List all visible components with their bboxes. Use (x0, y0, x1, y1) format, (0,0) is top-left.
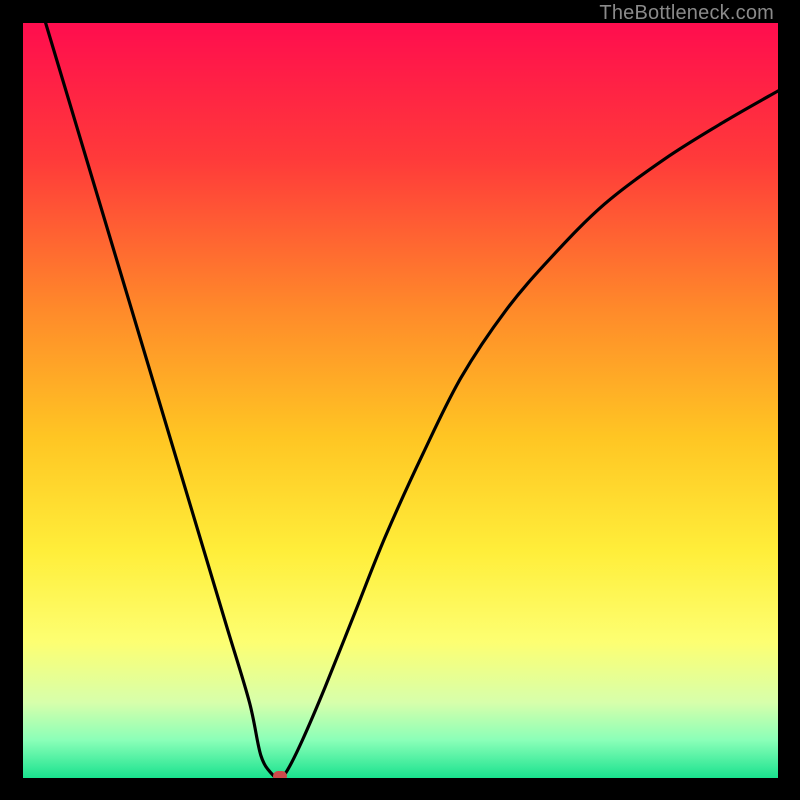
watermark-text: TheBottleneck.com (599, 2, 774, 25)
chart-frame: TheBottleneck.com (0, 0, 800, 800)
optimal-point-marker (273, 771, 287, 778)
bottleneck-curve (23, 23, 778, 778)
plot-area (23, 23, 778, 778)
